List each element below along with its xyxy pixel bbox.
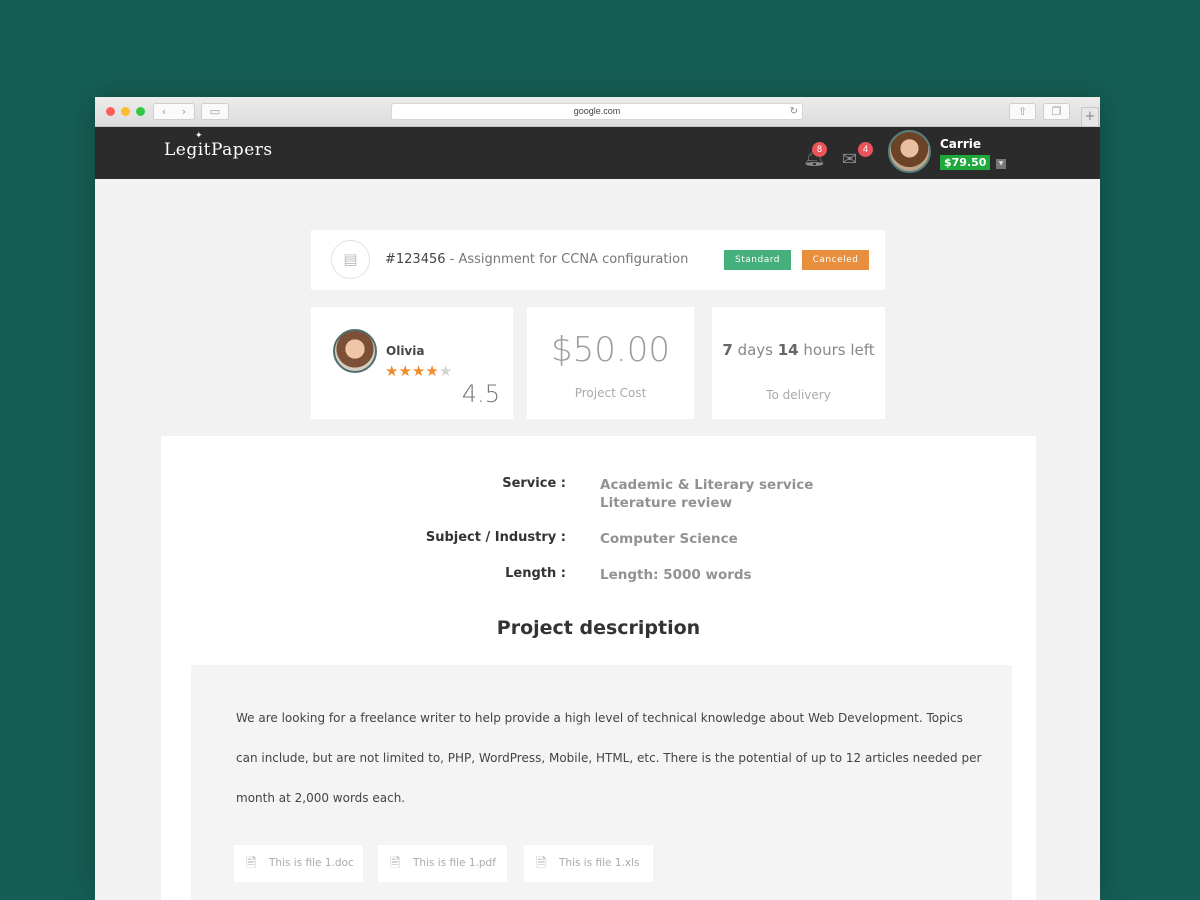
tabs-overview-icon[interactable]: ❐	[1043, 103, 1070, 120]
writer-name[interactable]: Olivia	[386, 344, 424, 358]
file-icon: 🗎︎	[390, 856, 401, 871]
canceled-badge: Canceled	[802, 250, 869, 270]
logo[interactable]: LegitPapers	[164, 140, 273, 160]
delivery-time: 7 days 14 hours left	[712, 341, 885, 359]
file-attachment-xls[interactable]: 🗎︎ This is file 1.xls	[524, 845, 653, 882]
file-name: This is file 1.xls	[559, 857, 640, 869]
back-button[interactable]: ‹	[154, 104, 174, 119]
new-tab-button[interactable]: +	[1081, 107, 1099, 127]
project-description-title: Project description	[496, 617, 701, 639]
star-filled-icon: ★	[398, 362, 412, 380]
balance-badge: $79.50	[940, 155, 991, 170]
hours-value: 14	[777, 341, 799, 359]
url-text: google.com	[573, 106, 621, 116]
sidebar-toggle-icon[interactable]: ▭	[201, 103, 229, 120]
notifications-badge: 8	[812, 142, 827, 157]
standard-badge: Standard	[724, 250, 791, 270]
delivery-label: To delivery	[766, 388, 831, 402]
subject-label: Subject / Industry :	[425, 530, 566, 545]
zoom-window-button[interactable]	[136, 107, 145, 116]
description-box: We are looking for a freelance writer to…	[191, 665, 1012, 900]
file-icon: 🗎︎	[536, 856, 547, 871]
hours-unit: hours left	[798, 341, 875, 359]
star-empty-icon: ★	[438, 362, 453, 380]
writer-card: Olivia ★★★★★ 4.5	[311, 307, 513, 419]
length-value: Length: 5000 words	[600, 567, 752, 583]
user-name[interactable]: Carrie	[940, 137, 981, 151]
nav-buttons: ‹ ›	[153, 103, 195, 120]
star-rating: ★★★★★	[385, 362, 452, 380]
service-value-line1: Academic & Literary service	[600, 477, 814, 493]
logo-star-icon: ✦	[195, 131, 203, 141]
order-title: #123456 - Assignment for CCNA configurat…	[385, 252, 688, 267]
service-value: Academic & Literary service Literature r…	[600, 476, 813, 512]
order-id: #123456	[385, 252, 446, 267]
rating-value: 4.5	[461, 380, 500, 408]
user-avatar[interactable]	[888, 130, 931, 173]
document-icon: ▤	[331, 240, 370, 279]
browser-toolbar: ‹ › ▭ google.com ↻ ⇧ ❐ +	[95, 97, 1100, 127]
cost-label: Project Cost	[574, 386, 647, 400]
browser-window: ‹ › ▭ google.com ↻ ⇧ ❐ + LegitPapers ✦ 🔔︎…	[95, 97, 1100, 900]
reload-icon[interactable]: ↻	[790, 104, 798, 119]
days-unit: days	[732, 341, 778, 359]
order-details-card: Service : Academic & Literary service Li…	[161, 436, 1036, 900]
file-name: This is file 1.doc	[269, 857, 354, 869]
writer-avatar[interactable]	[333, 329, 377, 373]
forward-button[interactable]: ›	[174, 104, 194, 119]
star-filled-icon: ★	[411, 362, 426, 380]
site-header: LegitPapers ✦ 🔔︎ 8 ✉ 4 Carrie $79.50 ▼	[95, 127, 1100, 179]
cost-value: $50.00	[551, 330, 670, 370]
order-name: - Assignment for CCNA configuration	[445, 252, 689, 267]
length-label: Length :	[505, 566, 566, 581]
file-attachment-pdf[interactable]: 🗎︎ This is file 1.pdf	[378, 845, 507, 882]
file-attachment-doc[interactable]: 🗎︎ This is file 1.doc	[234, 845, 363, 882]
file-icon: 🗎︎	[246, 856, 257, 871]
subject-value: Computer Science	[600, 531, 738, 547]
star-filled-icon: ★	[385, 362, 399, 380]
address-bar[interactable]: google.com ↻	[391, 103, 803, 120]
order-header-card: ▤ #123456 - Assignment for CCNA configur…	[311, 230, 885, 290]
envelope-icon[interactable]: ✉	[842, 149, 857, 170]
messages-badge: 4	[858, 142, 873, 157]
share-icon[interactable]: ⇧	[1009, 103, 1036, 120]
close-window-button[interactable]	[106, 107, 115, 116]
user-menu-dropdown-icon[interactable]: ▼	[996, 159, 1006, 169]
service-label: Service :	[502, 476, 566, 491]
service-value-line2: Literature review	[600, 495, 733, 511]
minimize-window-button[interactable]	[121, 107, 130, 116]
file-name: This is file 1.pdf	[413, 857, 496, 869]
star-filled-icon: ★	[425, 362, 439, 380]
description-text: We are looking for a freelance writer to…	[236, 711, 982, 805]
delivery-card: 7 days 14 hours left To delivery	[712, 307, 885, 419]
days-value: 7	[722, 341, 733, 359]
project-cost-card: $50.00 Project Cost	[527, 307, 694, 419]
